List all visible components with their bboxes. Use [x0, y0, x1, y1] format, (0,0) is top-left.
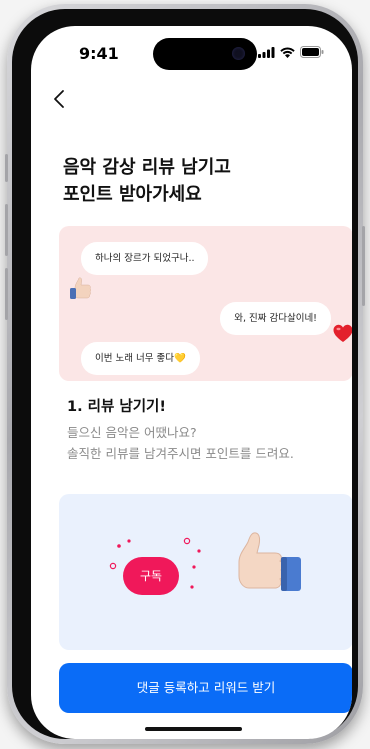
- chat-illustration-card: 하나의 장르가 되었구나.. 와, 진짜 감다살이네! 이번 노래 너무 좋다💛: [59, 226, 352, 381]
- subscribe-illustration-card: 구독: [59, 494, 352, 650]
- signal-icon: [258, 46, 275, 58]
- power-button: [362, 226, 365, 306]
- page-title: 음악 감상 리뷰 남기고 포인트 받아가세요: [63, 154, 231, 208]
- title-line-1: 음악 감상 리뷰 남기고: [63, 157, 231, 178]
- step-description-line-2: 솔직한 리뷰를 남겨주시면 포인트를 드려요.: [67, 446, 294, 461]
- camera-icon: [232, 47, 245, 60]
- screen: 9:41 음악 감상 리뷰 남기고 포인트 받아가세요 하나의 장르가 되었구나…: [31, 26, 352, 739]
- step-description-line-1: 들으신 음악은 어땠나요?: [67, 425, 197, 440]
- step-description: 들으신 음악은 어땠나요? 솔직한 리뷰를 남겨주시면 포인트를 드려요.: [67, 422, 294, 464]
- chat-bubble-2: 와, 진짜 감다살이네!: [220, 302, 331, 335]
- register-comment-reward-button[interactable]: 댓글 등록하고 리워드 받기: [59, 663, 352, 713]
- subscribe-button: 구독: [123, 557, 179, 595]
- status-time: 9:41: [79, 44, 119, 63]
- battery-icon: [300, 46, 324, 58]
- action-button: [5, 154, 8, 182]
- back-chevron-icon[interactable]: [51, 88, 71, 110]
- status-icons: [258, 46, 324, 58]
- wifi-icon: [280, 47, 295, 58]
- thumbs-up-icon: [70, 277, 91, 299]
- phone-frame: 9:41 음악 감상 리뷰 남기고 포인트 받아가세요 하나의 장르가 되었구나…: [5, 4, 365, 744]
- volume-up-button: [5, 204, 8, 256]
- thumbs-up-icon: [238, 532, 301, 591]
- step-title: 1. 리뷰 남기기!: [67, 399, 167, 415]
- home-indicator[interactable]: [145, 727, 242, 731]
- heart-icon: [333, 324, 352, 342]
- chat-bubble-1: 하나의 장르가 되었구나..: [81, 242, 209, 275]
- title-line-2: 포인트 받아가세요: [63, 184, 202, 205]
- dynamic-island: [153, 38, 257, 70]
- chat-bubble-3: 이번 노래 너무 좋다💛: [81, 342, 200, 375]
- volume-down-button: [5, 268, 8, 320]
- bezel: 9:41 음악 감상 리뷰 남기고 포인트 받아가세요 하나의 장르가 되었구나…: [12, 9, 358, 739]
